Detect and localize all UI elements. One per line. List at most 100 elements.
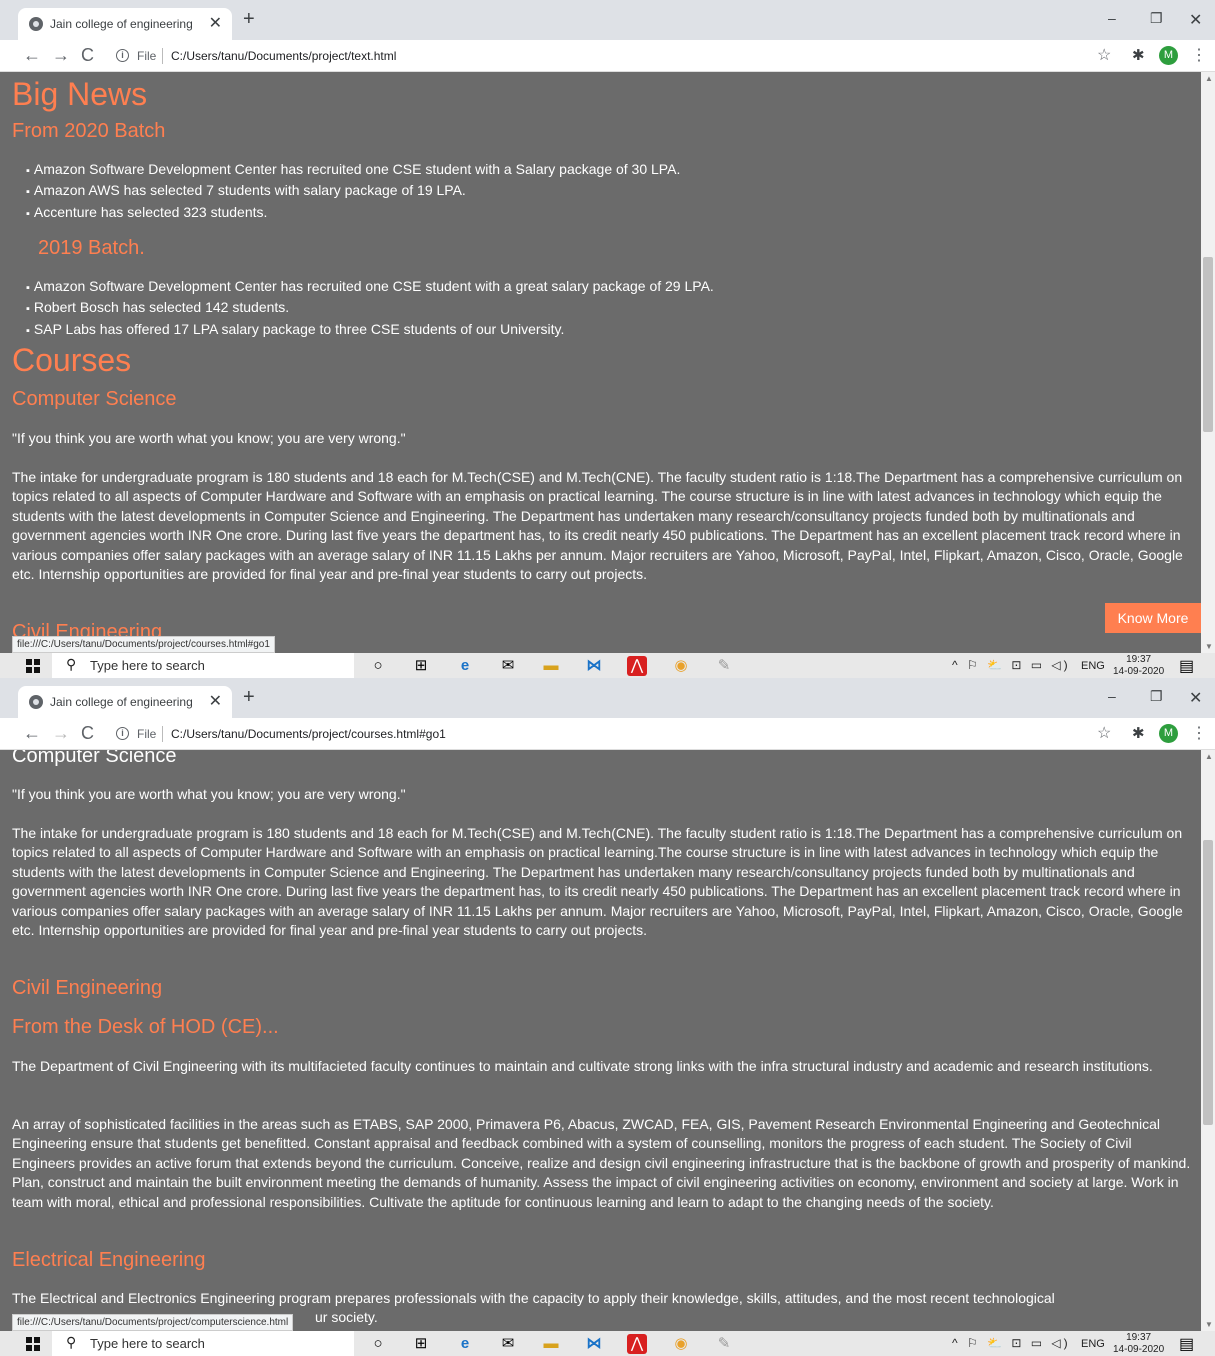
paint-icon[interactable]: ✎ xyxy=(714,1334,734,1354)
cs-quote: "If you think you are worth what you kno… xyxy=(12,786,406,802)
tab-bar: Jain college of engineering ✕ + – ❐ ✕ xyxy=(0,678,1215,718)
acrobat-icon[interactable]: ⋀ xyxy=(627,656,647,676)
forward-button[interactable]: → xyxy=(52,723,70,744)
paint-icon[interactable]: ✎ xyxy=(714,656,734,676)
language-indicator[interactable]: ENG xyxy=(1081,1338,1105,1350)
search-icon: ⚲ xyxy=(66,656,77,672)
scroll-up-icon[interactable]: ▲ xyxy=(1205,74,1213,83)
list-item: SAP Labs has offered 17 LPA salary packa… xyxy=(30,320,714,341)
profile-avatar[interactable]: M xyxy=(1159,46,1178,65)
extensions-icon[interactable]: ✱ xyxy=(1132,46,1145,64)
reload-button[interactable]: C xyxy=(81,45,94,66)
taskbar-search[interactable]: ⚲ Type here to search xyxy=(52,1331,354,1356)
mail-icon[interactable]: ✉ xyxy=(498,656,518,676)
courses-heading: Courses xyxy=(12,342,132,378)
chrome-icon[interactable]: ◉ xyxy=(671,1334,691,1354)
clock-date: 14-09-2020 xyxy=(1113,1344,1165,1355)
language-indicator[interactable]: ENG xyxy=(1081,660,1105,672)
cs-quote: "If you think you are worth what you kno… xyxy=(12,430,406,446)
divider xyxy=(162,726,163,742)
electrical-paragraph-tail: ur society. xyxy=(315,1309,378,1325)
list-item: Amazon Software Development Center has r… xyxy=(30,160,680,181)
windows-start-icon[interactable] xyxy=(26,1337,40,1351)
close-window-button[interactable]: ✕ xyxy=(1189,10,1202,30)
civil-paragraph-1: The Department of Civil Engineering with… xyxy=(12,1058,1153,1074)
browser-tab[interactable]: Jain college of engineering ✕ xyxy=(18,686,232,718)
batch-2020-list: Amazon Software Development Center has r… xyxy=(30,160,680,224)
new-tab-button[interactable]: + xyxy=(243,8,255,30)
clock-date: 14-09-2020 xyxy=(1113,666,1165,677)
list-item: Amazon AWS has selected 7 students with … xyxy=(30,181,680,202)
scroll-down-icon[interactable]: ▼ xyxy=(1205,1320,1213,1329)
batch-2020-heading: From 2020 Batch xyxy=(12,120,166,142)
forward-button[interactable]: → xyxy=(52,45,70,66)
bookmark-star-icon[interactable]: ☆ xyxy=(1097,723,1111,743)
edge-icon[interactable]: e xyxy=(455,656,475,676)
hod-heading: From the Desk of HOD (CE)... xyxy=(12,1016,279,1038)
notification-icon[interactable]: ▤ xyxy=(1179,1334,1194,1354)
mail-icon[interactable]: ✉ xyxy=(498,1334,518,1354)
vscode-icon[interactable]: ⋈ xyxy=(584,1334,604,1354)
edge-icon[interactable]: e xyxy=(455,1334,475,1354)
scrollbar[interactable]: ▲ ▼ xyxy=(1201,750,1215,1331)
minimize-button[interactable]: – xyxy=(1108,10,1116,26)
profile-avatar[interactable]: M xyxy=(1159,724,1178,743)
know-more-button[interactable]: Know More xyxy=(1105,603,1201,633)
restore-button[interactable]: ❐ xyxy=(1150,10,1163,27)
batch-2019-heading: 2019 Batch. xyxy=(38,237,145,259)
search-placeholder: Type here to search xyxy=(90,658,205,673)
status-bar-url: file:///C:/Users/tanu/Documents/project/… xyxy=(12,1314,294,1331)
browser-window-1: Jain college of engineering ✕ + – ❐ ✕ ← … xyxy=(0,0,1215,678)
scroll-thumb[interactable] xyxy=(1203,840,1213,1125)
address-bar[interactable]: C:/Users/tanu/Documents/project/courses.… xyxy=(171,727,446,741)
clock-time: 19:37 xyxy=(1126,1332,1152,1343)
electrical-paragraph: The Electrical and Electronics Engineeri… xyxy=(12,1290,1055,1306)
file-label: File xyxy=(137,49,157,63)
clock[interactable]: 19:37 14-09-2020 xyxy=(1113,1332,1164,1356)
globe-icon xyxy=(29,695,43,709)
batch-2019-list: Amazon Software Development Center has r… xyxy=(30,277,714,341)
scroll-thumb[interactable] xyxy=(1203,257,1213,432)
close-tab-icon[interactable]: ✕ xyxy=(209,13,222,33)
close-window-button[interactable]: ✕ xyxy=(1189,688,1202,708)
info-icon[interactable]: i xyxy=(116,49,129,62)
restore-button[interactable]: ❐ xyxy=(1150,688,1163,705)
menu-icon[interactable]: ⋮ xyxy=(1191,45,1207,65)
notification-icon[interactable]: ▤ xyxy=(1179,656,1194,676)
bookmark-star-icon[interactable]: ☆ xyxy=(1097,45,1111,65)
scroll-up-icon[interactable]: ▲ xyxy=(1205,752,1213,761)
file-label: File xyxy=(137,727,157,741)
acrobat-icon[interactable]: ⋀ xyxy=(627,1334,647,1354)
browser-tab[interactable]: Jain college of engineering ✕ xyxy=(18,8,232,40)
info-icon[interactable]: i xyxy=(116,727,129,740)
close-tab-icon[interactable]: ✕ xyxy=(209,691,222,711)
big-news-heading: Big News xyxy=(12,76,148,112)
back-button[interactable]: ← xyxy=(23,45,41,66)
back-button[interactable]: ← xyxy=(23,723,41,744)
task-view-icon[interactable]: ⊞ xyxy=(411,656,431,676)
cs-paragraph: The intake for undergraduate program is … xyxy=(12,825,1183,939)
windows-start-icon[interactable] xyxy=(26,659,40,673)
reload-button[interactable]: C xyxy=(81,723,94,744)
minimize-button[interactable]: – xyxy=(1108,688,1116,704)
file-explorer-icon[interactable]: ▬ xyxy=(541,656,561,676)
vscode-icon[interactable]: ⋈ xyxy=(584,656,604,676)
scrollbar[interactable]: ▲ ▼ xyxy=(1201,72,1215,653)
file-explorer-icon[interactable]: ▬ xyxy=(541,1334,561,1354)
system-tray-icons[interactable]: ^ ⚐ ⛅ ⊡ ▭ ◁) xyxy=(952,1336,1071,1350)
system-tray-icons[interactable]: ^ ⚐ ⛅ ⊡ ▭ ◁) xyxy=(952,658,1071,672)
browser-toolbar: ← → C i File C:/Users/tanu/Documents/pro… xyxy=(0,718,1215,750)
address-bar[interactable]: C:/Users/tanu/Documents/project/text.htm… xyxy=(171,49,396,63)
cortana-icon[interactable]: ○ xyxy=(368,656,388,676)
chrome-icon[interactable]: ◉ xyxy=(671,656,691,676)
taskbar-search[interactable]: ⚲ Type here to search xyxy=(52,653,354,678)
scroll-down-icon[interactable]: ▼ xyxy=(1205,642,1213,651)
clock[interactable]: 19:37 14-09-2020 xyxy=(1113,654,1164,678)
menu-icon[interactable]: ⋮ xyxy=(1191,723,1207,743)
extensions-icon[interactable]: ✱ xyxy=(1132,724,1145,742)
list-item: Accenture has selected 323 students. xyxy=(30,203,680,224)
civil-heading: Civil Engineering xyxy=(12,977,163,999)
task-view-icon[interactable]: ⊞ xyxy=(411,1334,431,1354)
new-tab-button[interactable]: + xyxy=(243,686,255,708)
cortana-icon[interactable]: ○ xyxy=(368,1334,388,1354)
